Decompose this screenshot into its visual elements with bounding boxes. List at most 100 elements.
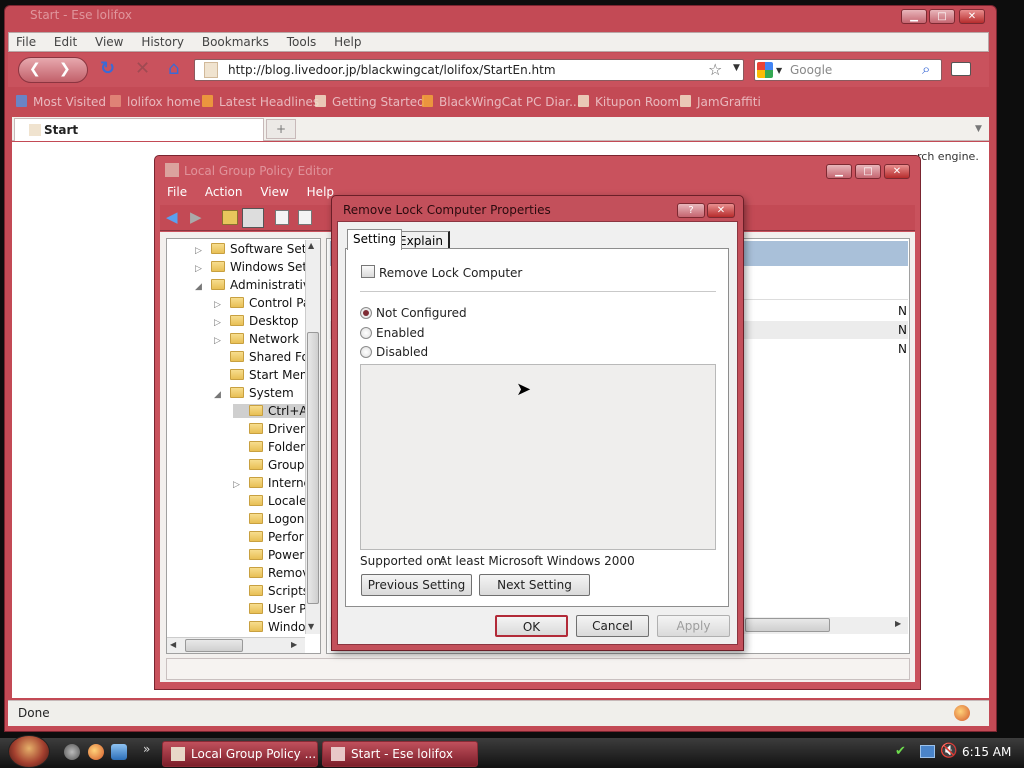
bookmark-getting-started[interactable]: Getting Started bbox=[315, 95, 425, 109]
dialog-close-button[interactable]: ✕ bbox=[707, 203, 735, 218]
gpe-maximize-button[interactable]: □ bbox=[855, 164, 881, 179]
tree-expander-icon[interactable]: ▷ bbox=[214, 318, 224, 328]
export-list-icon[interactable] bbox=[298, 210, 312, 225]
bookmark-most-visited[interactable]: Most Visited bbox=[16, 95, 106, 109]
tree-hscroll-thumb[interactable] bbox=[185, 639, 243, 652]
quicklaunch-show-desktop-icon[interactable] bbox=[111, 744, 127, 760]
tree-node[interactable]: ◢ System bbox=[214, 386, 305, 400]
tree-horizontal-scrollbar[interactable]: ◀ ▶ bbox=[167, 637, 305, 653]
tree-node[interactable]: ▷ Interne bbox=[233, 476, 305, 490]
stop-icon[interactable]: ✕ bbox=[135, 58, 150, 79]
menu-tools[interactable]: Tools bbox=[280, 33, 324, 51]
tree-node[interactable]: Driver bbox=[233, 422, 305, 436]
scroll-right-icon[interactable]: ▶ bbox=[291, 640, 297, 649]
scroll-down-icon[interactable]: ▼ bbox=[308, 622, 314, 631]
dialog-help-button[interactable]: ? bbox=[677, 203, 705, 218]
tree-node[interactable]: ◢ Administrative bbox=[195, 278, 305, 292]
close-button[interactable]: ✕ bbox=[959, 9, 985, 24]
cancel-button[interactable]: Cancel bbox=[576, 615, 649, 637]
tree-node[interactable]: Locale bbox=[233, 494, 305, 508]
search-engine-dropdown-icon[interactable]: ▼ bbox=[776, 66, 782, 75]
search-input[interactable] bbox=[754, 59, 942, 81]
tree-node[interactable]: ▷ Windows Sett bbox=[195, 260, 305, 274]
next-setting-button[interactable]: Next Setting bbox=[479, 574, 590, 596]
radio-disabled-label[interactable]: Disabled bbox=[376, 345, 428, 359]
firefox-status-icon[interactable] bbox=[954, 705, 970, 721]
forward-icon[interactable]: ❯ bbox=[59, 61, 71, 77]
bookmark-lolifox-home[interactable]: lolifox home bbox=[110, 95, 200, 109]
tree-node[interactable]: ▷ Control Pa bbox=[214, 296, 305, 310]
tree-node[interactable]: Group bbox=[233, 458, 305, 472]
properties-icon[interactable] bbox=[275, 210, 289, 225]
bookmark-latest-headlines[interactable]: Latest Headlines bbox=[202, 95, 319, 109]
tree-node[interactable]: Shared Fol bbox=[214, 350, 305, 364]
tree-node[interactable]: Folder bbox=[233, 440, 305, 454]
taskbar-item-group-policy[interactable]: Local Group Policy ... bbox=[162, 741, 318, 767]
apply-button[interactable]: Apply bbox=[657, 615, 730, 637]
gpe-minimize-button[interactable]: ▁ bbox=[826, 164, 852, 179]
ok-button[interactable]: OK bbox=[495, 615, 568, 637]
back-icon[interactable]: ❮ bbox=[29, 61, 41, 77]
gpe-forward-icon[interactable]: ▶ bbox=[190, 208, 202, 226]
tray-volume-muted-icon[interactable]: 🔇 bbox=[940, 743, 957, 759]
scroll-up-icon[interactable]: ▲ bbox=[308, 241, 314, 250]
tree-node[interactable]: ▷ Network bbox=[214, 332, 305, 346]
radio-enabled-label[interactable]: Enabled bbox=[376, 326, 425, 340]
scroll-right-icon[interactable]: ▶ bbox=[895, 619, 901, 628]
tree-expander-icon[interactable]: ▷ bbox=[195, 246, 205, 256]
tree-node[interactable]: ▷ Software Setti bbox=[195, 242, 305, 256]
tree-expander-icon[interactable]: ▷ bbox=[233, 480, 243, 490]
tree-node[interactable]: User Pr bbox=[233, 602, 305, 616]
tab-setting[interactable]: Setting bbox=[347, 229, 402, 250]
tree-vertical-scrollbar[interactable]: ▲ ▼ bbox=[305, 240, 320, 634]
bookmark-kitupon-room[interactable]: Kitupon Room bbox=[578, 95, 679, 109]
taskbar-item-browser[interactable]: Start - Ese lolifox bbox=[322, 741, 478, 767]
gpe-menu-view[interactable]: View bbox=[253, 183, 295, 201]
radio-disabled[interactable] bbox=[360, 346, 372, 358]
tree-node[interactable]: Scripts bbox=[233, 584, 305, 598]
tree-node[interactable]: Windo bbox=[233, 620, 305, 634]
tree-expander-icon[interactable]: ◢ bbox=[195, 282, 205, 292]
settings-hscroll-thumb[interactable] bbox=[745, 618, 830, 632]
tree-vscroll-thumb[interactable] bbox=[307, 332, 319, 604]
star-icon[interactable]: ☆ bbox=[708, 60, 722, 79]
menu-file[interactable]: File bbox=[9, 33, 43, 51]
home-icon[interactable]: ⌂ bbox=[168, 58, 179, 79]
radio-not-configured[interactable] bbox=[360, 307, 372, 319]
menu-edit[interactable]: Edit bbox=[47, 33, 84, 51]
camera-icon[interactable] bbox=[951, 62, 971, 76]
scroll-left-icon[interactable]: ◀ bbox=[170, 640, 176, 649]
radio-enabled[interactable] bbox=[360, 327, 372, 339]
start-button[interactable] bbox=[8, 735, 50, 768]
menu-history[interactable]: History bbox=[134, 33, 191, 51]
tab-start[interactable]: Start bbox=[14, 118, 264, 141]
tree-expander-icon[interactable]: ▷ bbox=[195, 264, 205, 274]
minimize-button[interactable]: ▁ bbox=[901, 9, 927, 24]
bookmark-blackwingcat[interactable]: BlackWingCat PC Diar... bbox=[422, 95, 581, 109]
tree-expander-icon[interactable]: ◢ bbox=[214, 390, 224, 400]
menu-bookmarks[interactable]: Bookmarks bbox=[195, 33, 276, 51]
radio-not-configured-label[interactable]: Not Configured bbox=[376, 306, 467, 320]
gpe-back-icon[interactable]: ◀ bbox=[166, 208, 178, 226]
quicklaunch-desktop-icon[interactable] bbox=[64, 744, 80, 760]
up-folder-icon[interactable] bbox=[222, 210, 238, 225]
tree-node[interactable]: Ctrl+A bbox=[233, 404, 305, 418]
maximize-button[interactable]: □ bbox=[929, 9, 955, 24]
quicklaunch-firefox-icon[interactable] bbox=[88, 744, 104, 760]
search-engine-icon[interactable] bbox=[757, 62, 773, 78]
tab-list-icon[interactable]: ▼ bbox=[975, 124, 982, 134]
tree-node[interactable]: Logon bbox=[233, 512, 305, 526]
gpe-menu-file[interactable]: File bbox=[160, 183, 194, 201]
quicklaunch-more-icon[interactable]: » bbox=[143, 742, 150, 756]
tree-node[interactable]: Start Menu bbox=[214, 368, 305, 382]
menu-help[interactable]: Help bbox=[327, 33, 368, 51]
clock[interactable]: 6:15 AM bbox=[962, 745, 1011, 759]
tree-expander-icon[interactable]: ▷ bbox=[214, 336, 224, 346]
magnifier-icon[interactable]: ⌕ bbox=[922, 60, 930, 78]
gpe-close-button[interactable]: ✕ bbox=[884, 164, 910, 179]
tree-node[interactable]: Perfor bbox=[233, 530, 305, 544]
tray-network-icon[interactable] bbox=[920, 745, 935, 758]
tree-node[interactable]: ▷ Desktop bbox=[214, 314, 305, 328]
bookmark-jamgraffiti[interactable]: JamGraffiti bbox=[680, 95, 761, 109]
reload-icon[interactable]: ↻ bbox=[100, 58, 115, 79]
